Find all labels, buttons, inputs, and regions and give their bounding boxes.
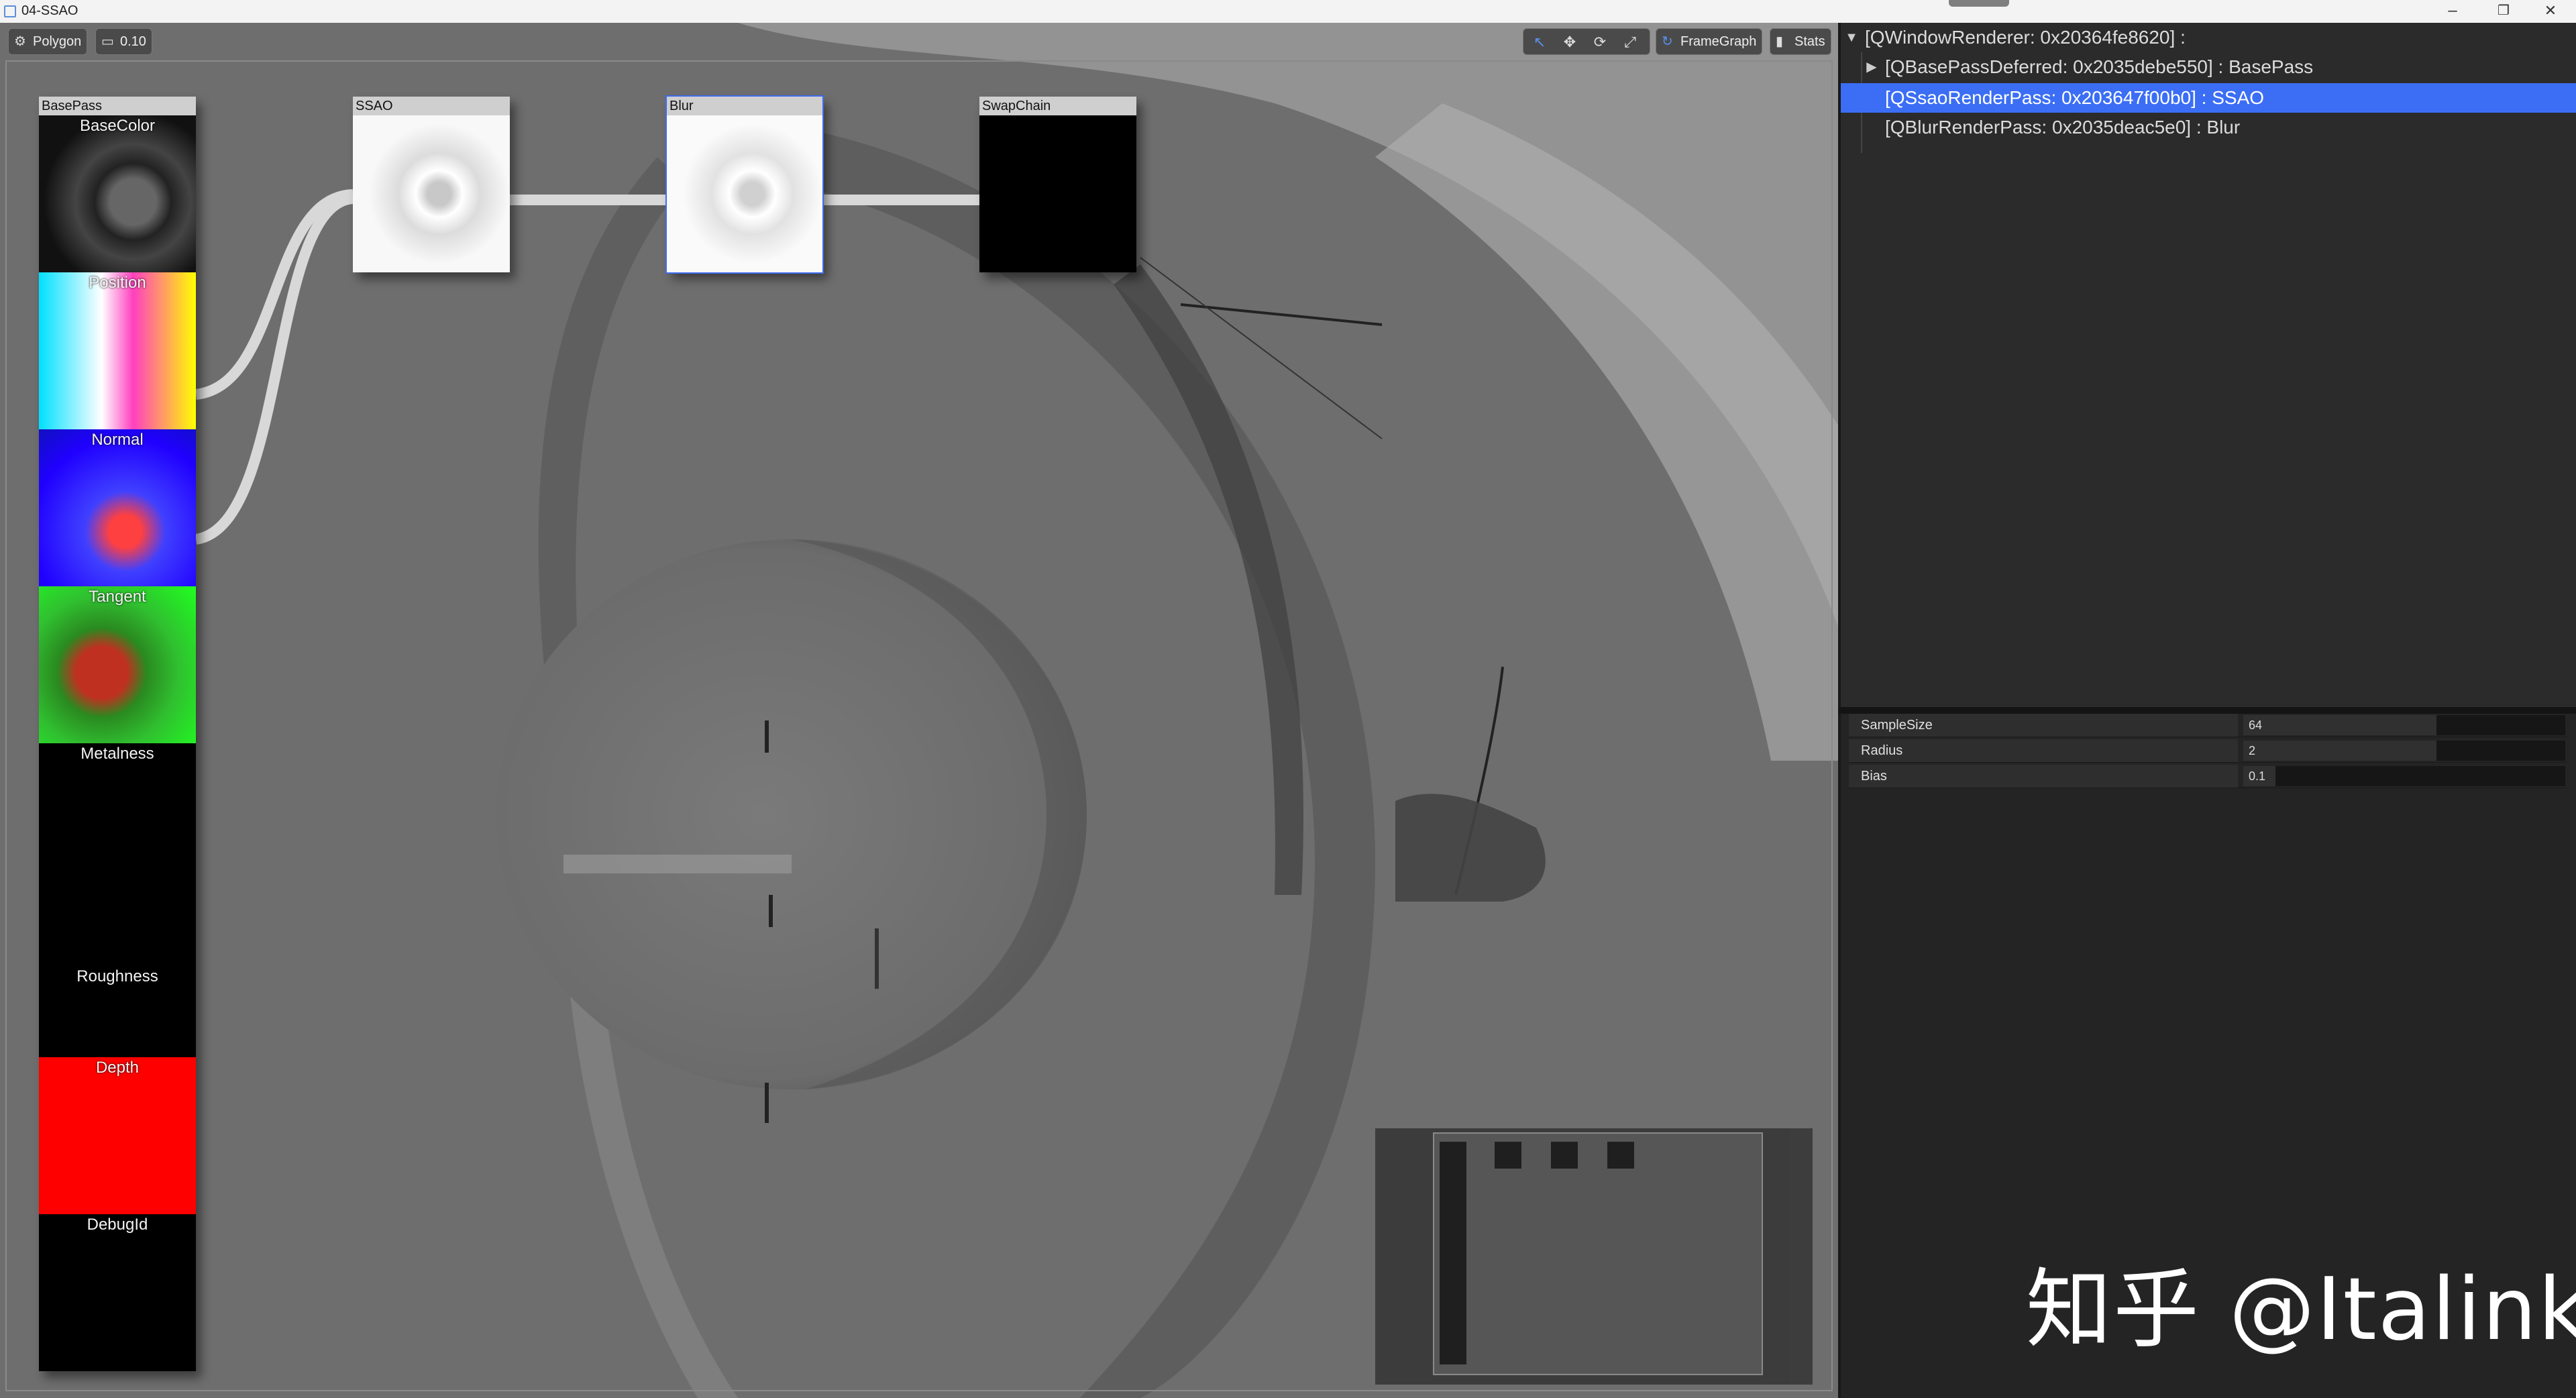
slot-normal[interactable]: Normal: [39, 429, 196, 586]
tree-root-label: [QWindowRenderer: 0x20364fe8620] :: [1865, 27, 2186, 48]
minimap-ssao: [1495, 1142, 1521, 1169]
slot-label: Roughness: [76, 967, 158, 985]
slot-label: Depth: [95, 1059, 140, 1077]
collapse-icon[interactable]: ▼: [1845, 23, 1858, 52]
samplesize-value: 64: [2249, 718, 2263, 732]
slot-tangent[interactable]: Tangent: [39, 586, 196, 743]
slot-basecolor[interactable]: BaseColor: [39, 115, 196, 272]
title-bar: 04-SSAO – ❐ ✕: [0, 0, 2576, 23]
slot-label: DebugId: [87, 1216, 148, 1234]
ssao-node[interactable]: SSAO: [353, 97, 510, 272]
ssao-preview: [353, 115, 510, 272]
swapchain-node[interactable]: SwapChain: [979, 97, 1136, 272]
object-tree[interactable]: ▼ [QWindowRenderer: 0x20364fe8620] : ▶ […: [1838, 23, 2576, 707]
blur-title: Blur: [667, 97, 822, 115]
blur-preview: [667, 115, 822, 272]
minimap-view-frame[interactable]: [1433, 1132, 1763, 1375]
app-icon: [4, 5, 16, 17]
tree-item-ssao[interactable]: [QSsaoRenderPass: 0x203647f00b0] : SSAO: [1841, 83, 2576, 113]
radius-value: 2: [2249, 744, 2256, 757]
slot-debugid[interactable]: DebugId: [39, 1214, 196, 1371]
blur-node[interactable]: Blur: [665, 95, 824, 274]
bias-field[interactable]: 0.1: [2243, 766, 2565, 786]
minimize-button[interactable]: –: [2431, 0, 2474, 23]
tree-item-blur[interactable]: [QBlurRenderPass: 0x2035deac5e0] : Blur: [1841, 113, 2576, 142]
slot-position[interactable]: Position: [39, 272, 196, 429]
panel-splitter[interactable]: [1838, 707, 2576, 714]
slot-label: Metalness: [80, 745, 154, 763]
property-name: Bias: [1849, 765, 2238, 788]
minimap-basepass: [1440, 1142, 1466, 1364]
bias-value: 0.1: [2249, 769, 2266, 783]
framegraph-minimap[interactable]: [1375, 1128, 1813, 1385]
restore-button[interactable]: ❐: [2482, 0, 2525, 23]
connection-normal-ssao: [195, 193, 354, 545]
ssao-title: SSAO: [353, 97, 510, 115]
slot-label: Position: [89, 274, 146, 292]
property-name: Radius: [1849, 739, 2238, 762]
tree-item-label: [QBasePassDeferred: 0x2035debe550] : Bas…: [1885, 56, 2314, 77]
render-viewport[interactable]: ⚙ Polygon ▭ 0.10 ↖ ✥ ⟳ ⤢ ↻ FrameGraph ▮ …: [0, 23, 1838, 1398]
window-title: 04-SSAO: [21, 3, 78, 18]
radius-fill: [2243, 741, 2436, 761]
tree-item-label: [QBlurRenderPass: 0x2035deac5e0] : Blur: [1885, 117, 2241, 138]
minimap-swapchain: [1607, 1142, 1634, 1169]
tree-item-basepass[interactable]: ▶ [QBasePassDeferred: 0x2035debe550] : B…: [1841, 52, 2576, 82]
slot-label: Normal: [91, 431, 144, 449]
expand-icon[interactable]: ▶: [1865, 52, 1878, 82]
slot-label: Tangent: [89, 588, 146, 606]
basepass-node[interactable]: BasePass BaseColor Position Normal Tange…: [39, 97, 196, 1371]
slot-label: BaseColor: [79, 117, 156, 135]
samplesize-field[interactable]: 64: [2243, 715, 2565, 735]
close-button[interactable]: ✕: [2529, 0, 2572, 23]
swapchain-title: SwapChain: [979, 97, 1136, 115]
swapchain-preview: [979, 115, 1136, 272]
basepass-slots: BaseColor Position Normal Tangent Metaln…: [39, 115, 196, 1371]
property-row-radius: Radius 2: [1849, 739, 2567, 763]
property-name: SampleSize: [1849, 714, 2238, 737]
tree-root[interactable]: ▼ [QWindowRenderer: 0x20364fe8620] :: [1841, 23, 2576, 52]
drag-handle[interactable]: [1949, 0, 2009, 7]
property-row-bias: Bias 0.1: [1849, 765, 2567, 788]
samplesize-fill: [2243, 715, 2436, 735]
basepass-title: BasePass: [39, 97, 196, 115]
property-row-samplesize: SampleSize 64: [1849, 714, 2567, 737]
minimap-blur: [1551, 1142, 1578, 1169]
tree-item-label: [QSsaoRenderPass: 0x203647f00b0] : SSAO: [1885, 87, 2265, 108]
slot-depth[interactable]: Depth: [39, 1057, 196, 1214]
radius-field[interactable]: 2: [2243, 741, 2565, 761]
slot-roughness[interactable]: Roughness: [39, 900, 196, 1057]
slot-metalness[interactable]: Metalness: [39, 743, 196, 900]
watermark: 知乎 @Italink: [2026, 1260, 2576, 1360]
